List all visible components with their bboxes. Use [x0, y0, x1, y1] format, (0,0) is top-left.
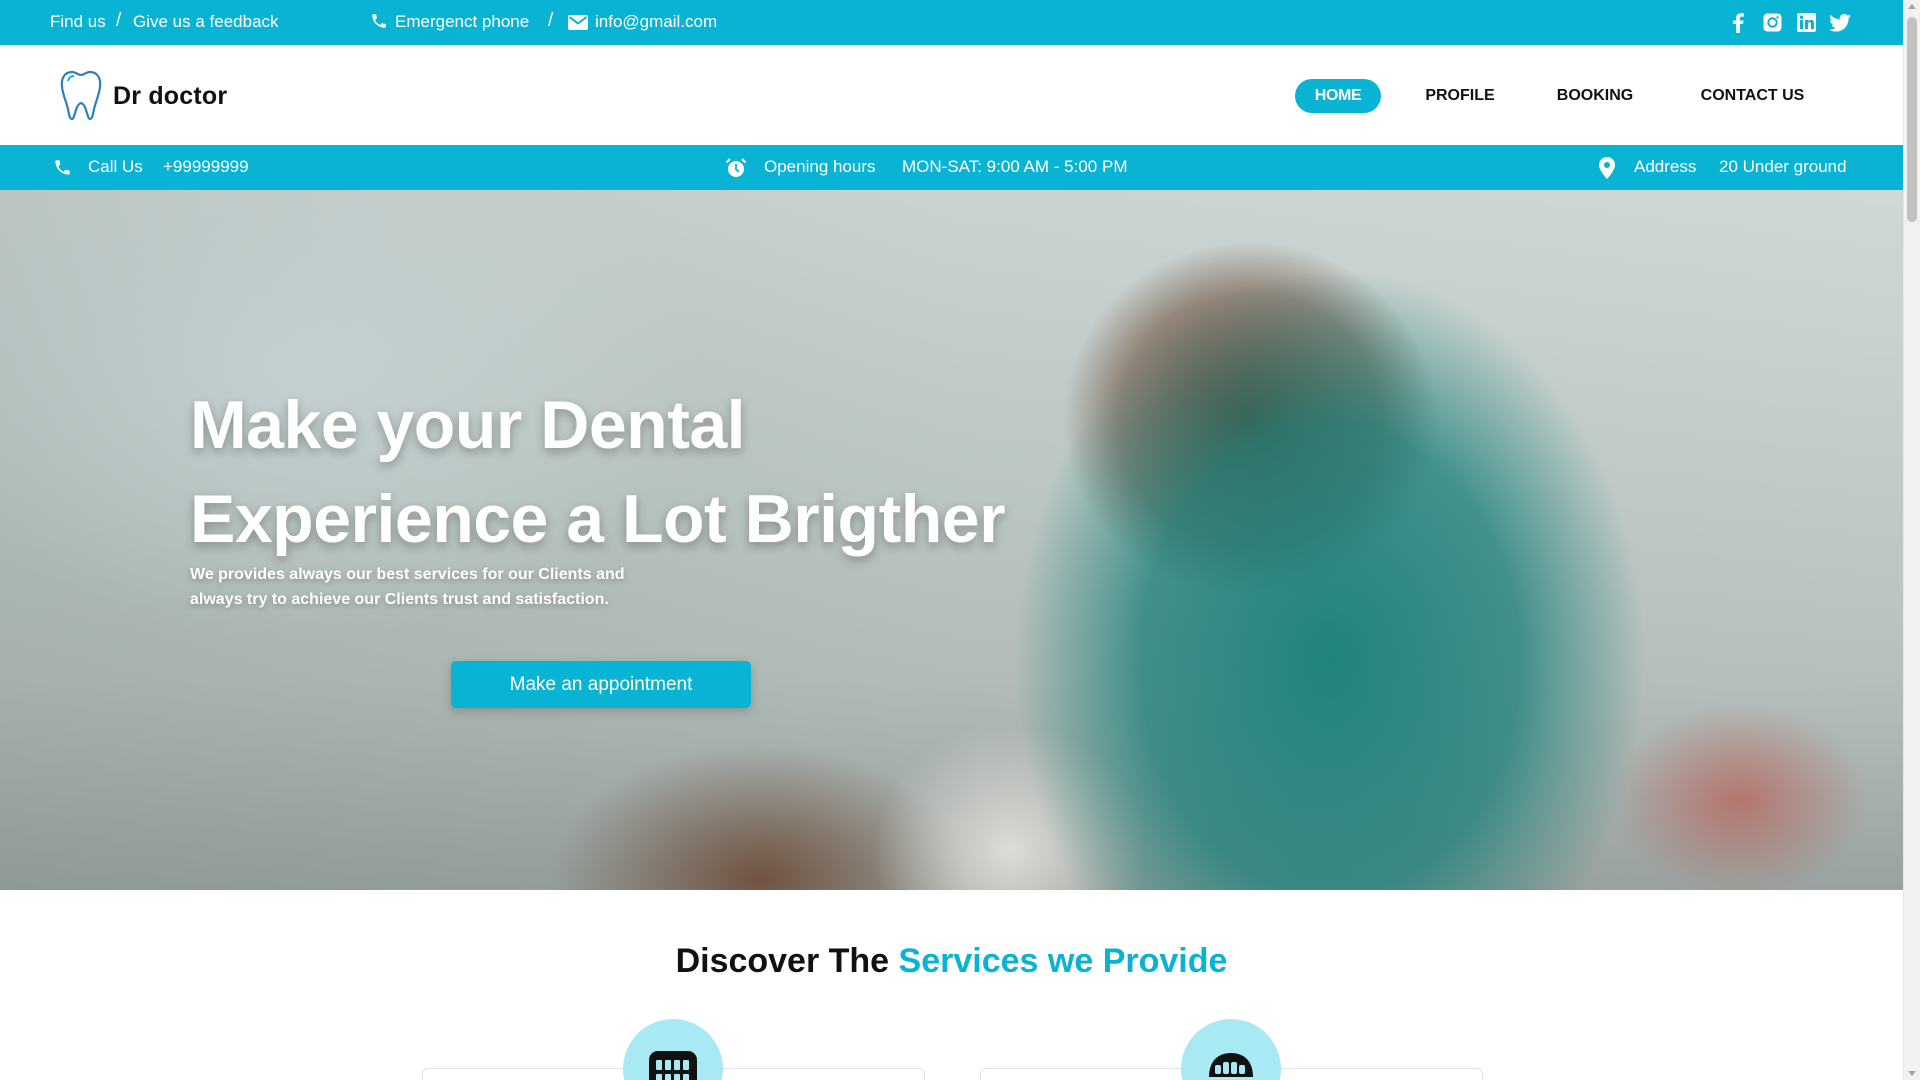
hero-subtitle-line: We provides always our best services for… — [190, 566, 625, 583]
hero-subtitle-line: always try to achieve our Clients trust … — [190, 591, 609, 608]
find-us-link[interactable]: Find us — [50, 12, 106, 32]
linkedin-icon[interactable] — [1797, 13, 1816, 32]
email-link[interactable]: info@gmail.com — [595, 12, 717, 32]
phone-icon — [55, 160, 70, 175]
make-appointment-button[interactable]: Make an appointment — [451, 661, 751, 708]
opening-hours-value: MON-SAT: 9:00 AM - 5:00 PM — [902, 157, 1128, 176]
page-scrollbar[interactable] — [1903, 0, 1920, 1080]
services-heading-accent: Services we Provide — [898, 942, 1228, 980]
denture-icon — [1209, 1053, 1253, 1077]
separator: / — [116, 10, 122, 31]
opening-hours-label: Opening hours — [764, 157, 876, 176]
location-pin-icon — [1599, 157, 1615, 179]
instagram-icon[interactable] — [1763, 13, 1782, 32]
info-bar: Call Us +99999999 Opening hours MON-SAT:… — [0, 145, 1903, 190]
address-label: Address — [1634, 157, 1697, 176]
scroll-down-arrow-icon[interactable] — [1908, 1071, 1916, 1076]
hero-title-line: Experience a Lot Brigther — [190, 481, 1006, 557]
hero-banner: Make your Dental Experience a Lot Brigth… — [0, 190, 1903, 890]
teeth-grid-icon — [649, 1051, 697, 1080]
emergency-phone-link[interactable]: Emergenct phone — [395, 12, 529, 32]
nav-booking[interactable]: BOOKING — [1550, 79, 1640, 113]
nav-profile[interactable]: PROFILE — [1420, 79, 1500, 113]
nav-contact-us[interactable]: CONTACT US — [1695, 79, 1810, 113]
call-us-number[interactable]: +99999999 — [163, 157, 249, 177]
alarm-clock-icon — [725, 158, 747, 177]
services-heading: Discover The Services we Provide — [0, 942, 1903, 981]
services-heading-dark: Discover The — [675, 942, 890, 980]
top-bar: Find us / Give us a feedback Emergenct p… — [0, 0, 1903, 45]
nav-home[interactable]: HOME — [1295, 79, 1381, 113]
scroll-up-arrow-icon[interactable] — [1908, 4, 1916, 9]
service-icon-circle — [1181, 1019, 1281, 1080]
facebook-icon[interactable] — [1731, 12, 1745, 33]
hero-subtitle: We provides always our best services for… — [190, 562, 670, 612]
separator: / — [548, 10, 554, 31]
address-value: 20 Under ground — [1719, 157, 1847, 176]
twitter-icon[interactable] — [1829, 14, 1851, 32]
feedback-link[interactable]: Give us a feedback — [133, 12, 279, 32]
tooth-logo-icon[interactable] — [60, 69, 102, 121]
main-header: Dr doctor HOME PROFILE BOOKING CONTACT U… — [0, 45, 1903, 145]
call-us-label: Call Us — [88, 157, 143, 176]
service-icon-circle — [623, 1019, 723, 1080]
logo-text[interactable]: Dr doctor — [113, 82, 227, 111]
scrollbar-thumb[interactable] — [1907, 17, 1917, 222]
phone-icon — [372, 14, 386, 28]
mail-icon — [568, 15, 588, 30]
hero-title-line: Make your Dental — [190, 387, 746, 463]
hero-title: Make your Dental Experience a Lot Brigth… — [190, 378, 1090, 566]
